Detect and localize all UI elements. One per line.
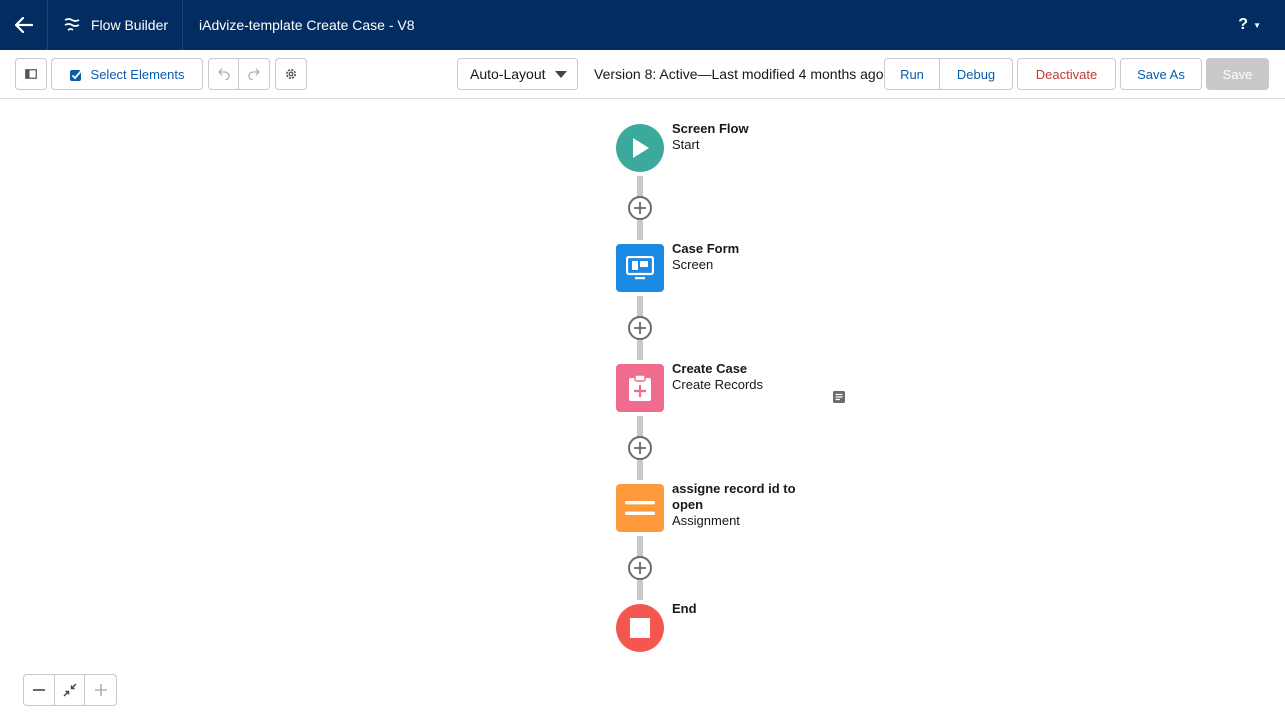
assignment-icon xyxy=(625,501,655,515)
help-icon: ? xyxy=(1238,16,1249,33)
select-elements-button[interactable]: Select Elements xyxy=(51,58,203,90)
assignment-node[interactable] xyxy=(616,484,664,532)
run-button[interactable]: Run xyxy=(884,58,940,90)
save-button: Save xyxy=(1206,58,1269,90)
zoom-controls xyxy=(23,674,117,706)
node-title: Create Case xyxy=(672,361,748,376)
flow-title: iAdvize-template Create Case - V8 xyxy=(199,17,415,33)
toggle-panel-button[interactable] xyxy=(15,58,47,90)
record-create-icon xyxy=(629,374,651,401)
node-type: Assignment xyxy=(672,513,740,528)
select-elements-label: Select Elements xyxy=(90,66,185,82)
undo-icon xyxy=(217,68,230,80)
layout-select[interactable]: Auto-Layout xyxy=(457,58,578,90)
end-node[interactable] xyxy=(616,604,664,652)
plus-icon xyxy=(94,684,107,696)
plus-icon xyxy=(634,442,646,454)
node-type: Start xyxy=(672,137,700,152)
redo-button[interactable] xyxy=(238,58,270,90)
screen-icon xyxy=(626,256,654,280)
case-form-node[interactable] xyxy=(616,244,664,292)
zoom-in-button[interactable] xyxy=(85,675,116,705)
description-icon[interactable] xyxy=(832,390,846,404)
settings-button[interactable] xyxy=(275,58,307,90)
create-case-node-label: Create Case Create Records xyxy=(672,361,822,393)
start-node-label: Screen Flow Start xyxy=(672,121,822,153)
flow-builder-logo-icon xyxy=(63,16,81,34)
end-node-label: End xyxy=(672,601,822,617)
node-type: Screen xyxy=(672,257,714,272)
app-name: Flow Builder xyxy=(91,17,169,33)
node-title: Case Form xyxy=(672,241,740,256)
add-element-button[interactable] xyxy=(628,196,652,220)
toggle-panel-icon xyxy=(25,69,37,79)
node-title: End xyxy=(672,601,697,616)
node-title: assigne record id to open xyxy=(672,481,796,512)
play-icon xyxy=(633,138,649,158)
toolbar: Select Elements Auto-Layout Version 8: A… xyxy=(0,50,1285,99)
app-header: Flow Builder iAdvize-template Create Cas… xyxy=(0,0,1285,50)
deactivate-button[interactable]: Deactivate xyxy=(1017,58,1116,90)
plus-icon xyxy=(634,202,646,214)
node-title: Screen Flow xyxy=(672,121,749,136)
zoom-out-button[interactable] xyxy=(24,675,55,705)
app-branding: Flow Builder xyxy=(48,0,183,50)
gear-icon xyxy=(286,69,296,79)
back-button[interactable] xyxy=(0,0,48,50)
node-type: Create Records xyxy=(672,377,764,392)
arrow-left-icon xyxy=(14,17,33,33)
version-status: Version 8: Active—Last modified 4 months… xyxy=(594,66,884,82)
debug-button[interactable]: Debug xyxy=(939,58,1013,90)
redo-icon xyxy=(248,68,260,80)
save-as-button[interactable]: Save As xyxy=(1120,58,1202,90)
undo-button[interactable] xyxy=(208,58,239,90)
stop-icon xyxy=(630,618,650,638)
plus-icon xyxy=(634,322,646,334)
checkbox-icon xyxy=(69,68,83,81)
help-menu[interactable]: ? ▼ xyxy=(1238,0,1261,50)
start-node[interactable] xyxy=(616,124,664,172)
case-form-node-label: Case Form Screen xyxy=(672,241,822,273)
add-element-button[interactable] xyxy=(628,436,652,460)
contract-icon xyxy=(63,683,76,697)
minus-icon xyxy=(32,689,45,691)
layout-select-value: Auto-Layout xyxy=(470,66,546,82)
fit-to-view-button[interactable] xyxy=(55,675,86,705)
assignment-node-label: assigne record id to open Assignment xyxy=(672,481,812,529)
create-case-node[interactable] xyxy=(616,364,664,412)
plus-icon xyxy=(634,562,646,574)
chevron-down-icon: ▼ xyxy=(1253,20,1261,30)
caret-down-icon xyxy=(555,71,567,78)
add-element-button[interactable] xyxy=(628,556,652,580)
add-element-button[interactable] xyxy=(628,316,652,340)
